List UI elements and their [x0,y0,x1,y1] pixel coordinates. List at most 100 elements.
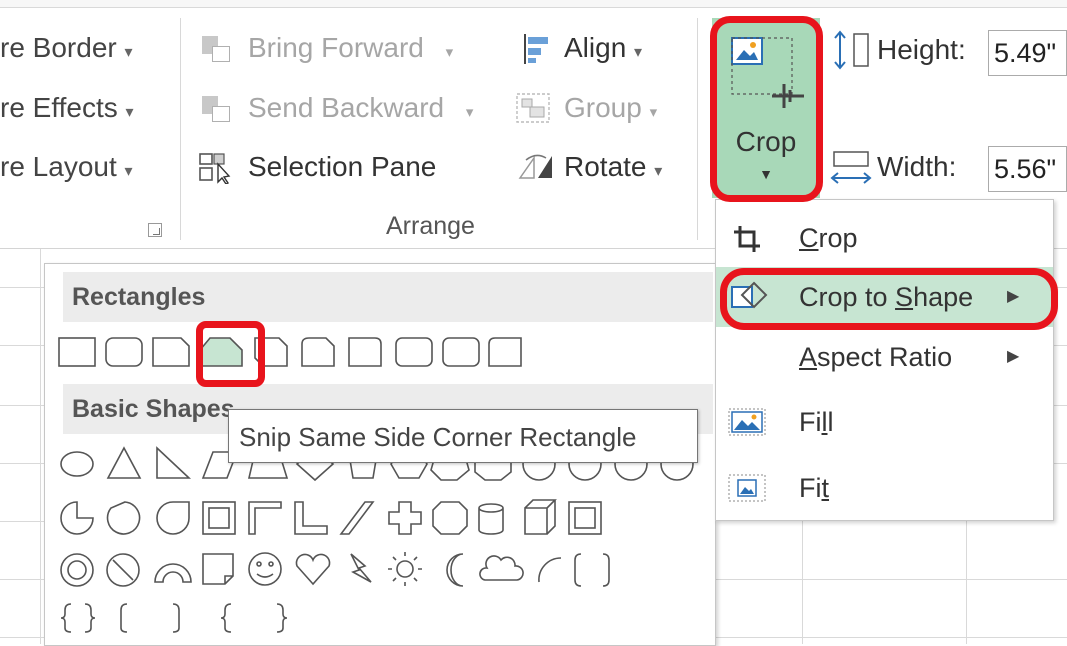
rounded-rectangle-shape [105,337,143,367]
sun-shape [396,560,414,578]
smiley-face-shape [248,552,282,586]
align-icon [522,32,552,66]
round-diagonal-rectangle-shape [442,337,480,367]
pie-partial-shape [60,501,94,535]
grid-line [715,579,1067,580]
rectangles-row[interactable] [55,328,525,376]
crop-icon [734,226,760,252]
group-separator [180,18,181,240]
block-arc-shape [154,563,192,583]
right-brace-shape [276,603,288,633]
menu-label-crop: Crop [799,223,858,253]
moon-shape [446,553,464,587]
grid-line [0,345,44,346]
plain-rectangle-shape [488,337,522,367]
diagonal-stripe-shape [339,501,375,535]
menu-item-fit[interactable]: Fit [716,458,1053,518]
lightning-bolt-shape [350,553,372,583]
width-label: Width: [877,151,957,182]
folded-corner-shape [202,553,234,585]
rotate-icon [518,152,558,182]
grid-line [1052,463,1067,464]
annotation-highlight-snip-shape [196,321,265,387]
ribbon-top-border [0,0,1067,8]
cube-shape [524,499,557,535]
picture-border-button[interactable]: re Border ▾ [0,32,133,64]
annotation-highlight-crop [710,16,823,202]
picture-effects-button[interactable]: re Effects ▾ [0,92,134,124]
round-same-side-rectangle-shape [395,337,433,367]
align-button[interactable]: Align ▾ [564,32,642,64]
dialog-launcher-icon[interactable] [148,223,162,237]
frame-inner [208,507,230,529]
grid-line [0,637,44,638]
can-shape [478,503,504,535]
left-brace-shape [220,603,232,633]
donut-shape [60,553,94,587]
group-separator [697,18,698,240]
menu-label-fill: Fill [799,407,834,437]
height-label: Height: [877,34,966,65]
grid-line [966,519,967,644]
picture-layout-button[interactable]: re Layout ▾ [0,151,133,183]
section-header-rectangles: Rectangles [63,272,713,322]
bevel-inner [574,507,596,529]
menu-item-aspect-ratio[interactable]: Aspect Ratio ▶ [716,327,1053,387]
crop-dropdown-menu: Crop Crop to Shape ▶ Aspect Ratio ▶ Fill… [715,199,1054,521]
menu-item-fill[interactable]: Fill [716,392,1053,452]
width-input[interactable]: 5.56" [988,146,1067,192]
menu-label-aspect-ratio: Aspect Ratio [799,342,953,372]
grid-line [1052,405,1067,406]
fit-icon [728,474,766,502]
heart-shape [295,553,331,586]
left-bracket-shape [120,603,128,633]
selection-pane-button[interactable]: Selection Pane [248,151,436,183]
l-shape [294,501,328,535]
snip-round-rectangle-shape [301,337,335,367]
fill-icon [728,408,766,436]
teardrop-shape [156,501,190,535]
grid-line [1052,345,1067,346]
grid-line [0,579,44,580]
bring-forward-icon [200,36,230,62]
shape-tooltip: Snip Same Side Corner Rectangle [228,409,698,463]
snip-single-corner-rectangle-shape [152,337,190,367]
grid-line [40,249,41,644]
menu-item-crop[interactable]: Crop [716,208,1053,268]
grid-line [802,519,803,644]
triangle-shape [106,446,142,479]
submenu-arrow-icon: ▶ [1007,348,1020,365]
grid-line [0,463,44,464]
frame-shape [202,501,236,535]
grid-line [715,637,1067,638]
cloud-shape [479,555,524,581]
double-bracket-shape [574,553,610,587]
grid-line [0,521,44,522]
grid-line [0,405,44,406]
oval-shape [60,451,94,477]
width-icon [830,148,874,188]
arrange-group-label: Arrange [386,212,475,240]
double-brace-shape [60,603,96,633]
right-triangle-shape [156,446,192,479]
rotate-button[interactable]: Rotate ▾ [564,151,662,183]
cross-shape [388,501,422,535]
chord-shape [106,501,141,535]
rectangle-shape [58,337,96,367]
arc-shape [538,557,562,583]
send-backward-icon [200,96,230,122]
height-input[interactable]: 5.49" [988,30,1067,76]
group-icon [515,92,551,124]
half-frame-shape [248,501,282,535]
basic-shapes-grid[interactable] [55,442,705,642]
height-icon [830,30,874,70]
menu-label-fit: Fit [799,473,830,503]
bevel-shape [568,501,602,535]
send-backward-button[interactable]: Send Backward ▾ [248,92,473,124]
group-button[interactable]: Group ▾ [564,92,657,124]
selection-pane-icon [198,152,234,185]
bring-forward-button[interactable]: Bring Forward ▾ [248,32,453,64]
round-single-corner-rectangle-shape [348,337,382,367]
annotation-highlight-crop-to-shape [720,268,1058,330]
right-bracket-shape [172,603,180,633]
